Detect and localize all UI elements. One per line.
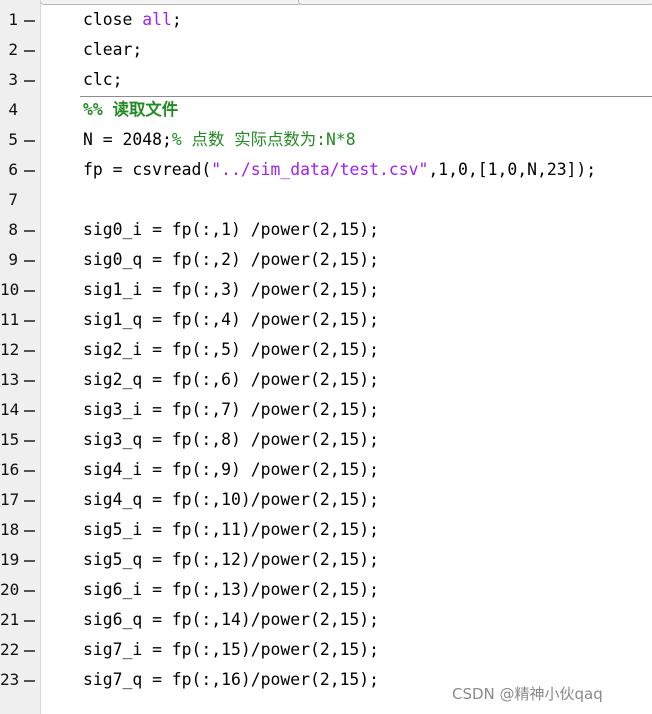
line-number: 19 bbox=[0, 550, 20, 569]
code-text[interactable]: sig2_i = fp(:,5) /power(2,15); bbox=[83, 338, 379, 362]
line-number: 17 bbox=[0, 490, 20, 509]
breakpoint-marker[interactable] bbox=[24, 440, 35, 442]
cell-title: %% 读取文件 bbox=[83, 100, 179, 119]
line-number: 2 bbox=[8, 40, 18, 59]
line-number: 21 bbox=[0, 610, 20, 629]
code-text[interactable]: %% 读取文件 bbox=[83, 98, 178, 122]
code-line: 20 sig6_i = fp(:,13)/power(2,15); bbox=[0, 575, 652, 605]
line-number: 16 bbox=[0, 460, 20, 479]
line-number: 23 bbox=[0, 670, 20, 689]
code-line: 10 sig1_i = fp(:,3) /power(2,15); bbox=[0, 275, 652, 305]
code-text[interactable]: sig5_q = fp(:,12)/power(2,15); bbox=[83, 548, 379, 572]
code-text[interactable]: sig4_q = fp(:,10)/power(2,15); bbox=[83, 488, 379, 512]
breakpoint-marker[interactable] bbox=[24, 80, 35, 82]
watermark: CSDN @精神小伙qaq bbox=[452, 685, 603, 703]
breakpoint-marker[interactable] bbox=[24, 260, 35, 262]
breakpoint-marker[interactable] bbox=[24, 650, 35, 652]
code-text[interactable]: sig6_q = fp(:,14)/power(2,15); bbox=[83, 608, 379, 632]
code-line: 3 clc; bbox=[0, 65, 652, 95]
code-line: 11 sig1_q = fp(:,4) /power(2,15); bbox=[0, 305, 652, 335]
code-text[interactable]: sig1_q = fp(:,4) /power(2,15); bbox=[83, 308, 379, 332]
breakpoint-marker[interactable] bbox=[24, 620, 35, 622]
code-text[interactable]: sig0_i = fp(:,1) /power(2,15); bbox=[83, 218, 379, 242]
breakpoint-marker[interactable] bbox=[24, 320, 35, 322]
line-number: 15 bbox=[0, 430, 20, 449]
line-number: 9 bbox=[8, 250, 18, 269]
breakpoint-marker[interactable] bbox=[24, 590, 35, 592]
code-text[interactable]: clear; bbox=[83, 38, 142, 62]
line-number: 20 bbox=[0, 580, 20, 599]
code-text[interactable]: N = 2048;% 点数 实际点数为:N*8 bbox=[83, 128, 356, 152]
string-literal: "../sim_data/test.csv" bbox=[211, 160, 429, 179]
line-number: 22 bbox=[0, 640, 20, 659]
breakpoint-marker[interactable] bbox=[24, 170, 35, 172]
code-text[interactable]: close all; bbox=[83, 8, 182, 32]
line-number: 8 bbox=[8, 220, 18, 239]
code-text[interactable]: sig7_q = fp(:,16)/power(2,15); bbox=[83, 668, 379, 692]
code-line: 8 sig0_i = fp(:,1) /power(2,15); bbox=[0, 215, 652, 245]
code-line: 12 sig2_i = fp(:,5) /power(2,15); bbox=[0, 335, 652, 365]
breakpoint-marker[interactable] bbox=[24, 20, 35, 22]
code-line: 22 sig7_i = fp(:,15)/power(2,15); bbox=[0, 635, 652, 665]
line-number: 14 bbox=[0, 400, 20, 419]
breakpoint-marker[interactable] bbox=[24, 680, 35, 682]
breakpoint-marker[interactable] bbox=[24, 410, 35, 412]
code-text[interactable]: clc; bbox=[83, 68, 122, 92]
line-number: 13 bbox=[0, 370, 20, 389]
code-line: 18 sig5_i = fp(:,11)/power(2,15); bbox=[0, 515, 652, 545]
keyword-arg: all bbox=[142, 10, 172, 29]
line-number: 1 bbox=[8, 10, 18, 29]
code-text[interactable]: fp = csvread("../sim_data/test.csv",1,0,… bbox=[83, 158, 596, 182]
code-text[interactable]: sig4_i = fp(:,9) /power(2,15); bbox=[83, 458, 379, 482]
code-text[interactable]: sig5_i = fp(:,11)/power(2,15); bbox=[83, 518, 379, 542]
line-number: 10 bbox=[0, 280, 20, 299]
line-number: 18 bbox=[0, 520, 20, 539]
breakpoint-marker[interactable] bbox=[24, 560, 35, 562]
breakpoint-marker[interactable] bbox=[24, 500, 35, 502]
code-line: 4 %% 读取文件 bbox=[0, 95, 652, 125]
breakpoint-marker[interactable] bbox=[24, 140, 35, 142]
code-line: 5 N = 2048;% 点数 实际点数为:N*8 bbox=[0, 125, 652, 155]
code-text[interactable]: sig3_q = fp(:,8) /power(2,15); bbox=[83, 428, 379, 452]
code-text[interactable]: sig2_q = fp(:,6) /power(2,15); bbox=[83, 368, 379, 392]
breakpoint-marker[interactable] bbox=[24, 470, 35, 472]
breakpoint-marker[interactable] bbox=[24, 350, 35, 352]
code-line: 17 sig4_q = fp(:,10)/power(2,15); bbox=[0, 485, 652, 515]
code-text[interactable]: sig7_i = fp(:,15)/power(2,15); bbox=[83, 638, 379, 662]
breakpoint-marker[interactable] bbox=[24, 230, 35, 232]
code-line: 19 sig5_q = fp(:,12)/power(2,15); bbox=[0, 545, 652, 575]
code-line: 16 sig4_i = fp(:,9) /power(2,15); bbox=[0, 455, 652, 485]
code-line: 14 sig3_i = fp(:,7) /power(2,15); bbox=[0, 395, 652, 425]
comment: % 点数 实际点数为:N*8 bbox=[171, 130, 356, 149]
breakpoint-marker[interactable] bbox=[24, 290, 35, 292]
code-line: 13 sig2_q = fp(:,6) /power(2,15); bbox=[0, 365, 652, 395]
line-number: 7 bbox=[8, 190, 18, 209]
code-text[interactable]: sig0_q = fp(:,2) /power(2,15); bbox=[83, 248, 379, 272]
breakpoint-marker[interactable] bbox=[24, 50, 35, 52]
code-line: 6 fp = csvread("../sim_data/test.csv",1,… bbox=[0, 155, 652, 185]
line-number: 3 bbox=[8, 70, 18, 89]
code-line: 7 bbox=[0, 185, 652, 215]
line-number: 6 bbox=[8, 160, 18, 179]
line-number: 4 bbox=[8, 100, 18, 119]
code-line: 21 sig6_q = fp(:,14)/power(2,15); bbox=[0, 605, 652, 635]
breakpoint-marker[interactable] bbox=[24, 380, 35, 382]
line-number: 11 bbox=[0, 310, 20, 329]
code-text[interactable]: sig1_i = fp(:,3) /power(2,15); bbox=[83, 278, 379, 302]
line-number: 5 bbox=[8, 130, 18, 149]
code-text[interactable]: sig6_i = fp(:,13)/power(2,15); bbox=[83, 578, 379, 602]
code-line: 1 close all; bbox=[0, 5, 652, 35]
code-line: 9 sig0_q = fp(:,2) /power(2,15); bbox=[0, 245, 652, 275]
code-line: 2 clear; bbox=[0, 35, 652, 65]
code-text[interactable]: sig3_i = fp(:,7) /power(2,15); bbox=[83, 398, 379, 422]
code-editor[interactable]: 1 close all; 2 clear; 3 clc; 4 %% 读取文件 5… bbox=[0, 5, 652, 695]
code-line: 15 sig3_q = fp(:,8) /power(2,15); bbox=[0, 425, 652, 455]
breakpoint-marker[interactable] bbox=[24, 530, 35, 532]
line-number: 12 bbox=[0, 340, 20, 359]
